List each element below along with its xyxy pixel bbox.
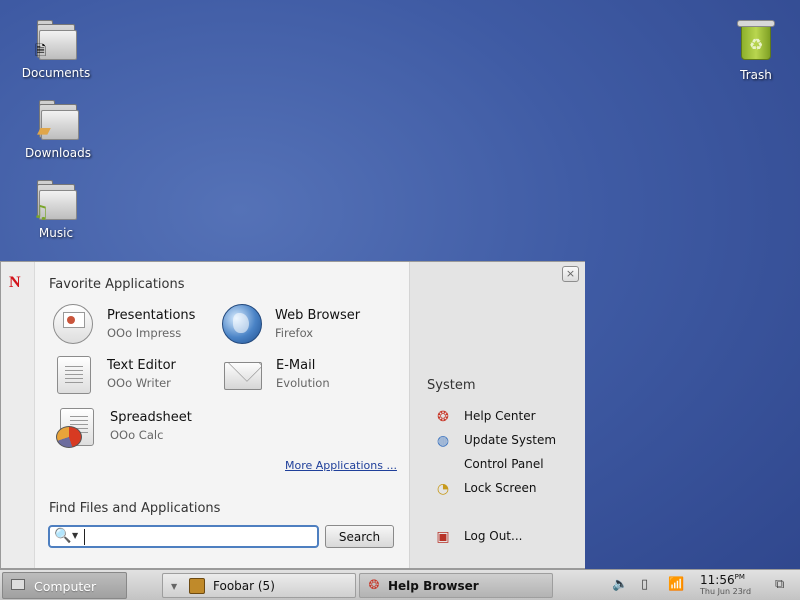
system-item-label: Help Center xyxy=(464,409,536,423)
chevron-down-icon[interactable]: ▼ xyxy=(72,531,78,540)
desktop-icon-trash[interactable]: ♻ Trash xyxy=(716,18,796,82)
app-subtitle: OOo Writer xyxy=(107,376,171,390)
desktop-icon-label: Documents xyxy=(21,66,91,80)
bottom-panel: Computer ▼ Foobar (5) ❂ Help Browser 🔈 ▯… xyxy=(0,569,800,600)
update-icon: ◍ xyxy=(436,433,450,449)
desktop-icon-downloads[interactable]: ▰ Downloads xyxy=(18,100,98,160)
clock-ampm: PM xyxy=(734,573,745,581)
system-item-label: Lock Screen xyxy=(464,481,537,495)
close-button[interactable]: × xyxy=(562,266,579,282)
app-email[interactable]: E-Mail Evolution xyxy=(220,352,380,398)
app-name: Web Browser xyxy=(275,308,361,323)
taskbar-group-foobar[interactable]: ▼ Foobar (5) xyxy=(162,573,356,598)
downloads-folder-icon: ▰ xyxy=(37,120,51,141)
more-applications-link[interactable]: More Applications ... xyxy=(285,459,397,472)
system-item-help-center[interactable]: ❂ Help Center xyxy=(434,407,574,427)
calc-icon xyxy=(54,404,98,448)
menu-brand-strip: N xyxy=(1,262,35,568)
computer-menu-label: Computer xyxy=(34,579,97,594)
envelope-icon xyxy=(220,352,264,396)
task-label: Foobar (5) xyxy=(213,579,275,593)
app-spreadsheet[interactable]: Spreadsheet OOo Calc xyxy=(54,404,224,450)
clock-time[interactable]: 11:56PM xyxy=(700,573,745,587)
menu-system-area: × System ❂ Help Center ◍ Update System C… xyxy=(409,262,585,568)
chevron-down-icon[interactable]: ▼ xyxy=(171,582,177,591)
documents-folder-icon: 🗎 xyxy=(35,43,47,59)
clock-time-value: 11:56 xyxy=(700,573,735,587)
app-subtitle: Evolution xyxy=(276,376,330,390)
app-subtitle: OOo Impress xyxy=(107,326,182,340)
system-item-update-system[interactable]: ◍ Update System xyxy=(434,431,574,451)
app-name: Spreadsheet xyxy=(110,410,192,425)
desktop-icon-music[interactable]: ♫ Music xyxy=(16,180,96,240)
clock-date: Thu Jun 23rd xyxy=(700,587,752,596)
globe-icon xyxy=(219,302,263,346)
system-item-lock-screen[interactable]: ◔ Lock Screen xyxy=(434,479,574,499)
task-label: Help Browser xyxy=(388,579,479,593)
search-field[interactable]: 🔍 ▼ xyxy=(48,525,319,548)
app-text-editor[interactable]: Text Editor OOo Writer xyxy=(51,352,221,398)
computer-menu-button[interactable]: Computer xyxy=(2,572,127,599)
lifebuoy-icon: ❂ xyxy=(368,578,380,593)
search-input[interactable] xyxy=(84,529,312,545)
main-menu: N Favorite Applications Presentations OO… xyxy=(0,261,585,569)
system-item-label: Update System xyxy=(464,433,557,447)
window-group-icon xyxy=(189,578,205,594)
lifebuoy-icon: ❂ xyxy=(437,409,449,425)
system-item-control-panel[interactable]: Control Panel xyxy=(434,455,574,475)
trash-lid xyxy=(737,20,775,27)
taskbar-help-browser[interactable]: ❂ Help Browser xyxy=(359,573,553,598)
system-title: System xyxy=(427,378,476,393)
app-name: Presentations xyxy=(107,308,196,323)
favorites-title: Favorite Applications xyxy=(49,277,185,292)
menu-main-area: Favorite Applications Presentations OOo … xyxy=(35,262,409,568)
network-signal-icon[interactable]: 📶 xyxy=(668,577,684,592)
computer-icon xyxy=(11,579,25,590)
novell-logo-icon: N xyxy=(9,274,21,291)
app-presentations[interactable]: Presentations OOo Impress xyxy=(51,302,221,348)
volume-icon[interactable]: 🔈 xyxy=(612,577,628,592)
battery-icon[interactable]: ▯ xyxy=(641,577,648,592)
app-subtitle: OOo Calc xyxy=(110,428,164,442)
impress-icon xyxy=(51,302,95,346)
desktop-icon-label: Music xyxy=(38,226,74,240)
search-button[interactable]: Search xyxy=(325,525,394,548)
system-item-label: Log Out... xyxy=(464,529,523,543)
system-item-log-out[interactable]: ▣ Log Out... xyxy=(434,527,574,547)
find-title: Find Files and Applications xyxy=(49,501,221,516)
app-name: E-Mail xyxy=(276,358,316,373)
logout-icon: ▣ xyxy=(436,529,450,545)
app-subtitle: Firefox xyxy=(275,326,314,340)
trash-icon: ♻ xyxy=(741,24,771,60)
desktop-icon-label: Downloads xyxy=(25,146,91,160)
app-name: Text Editor xyxy=(107,358,176,373)
desktop-icon-label: Trash xyxy=(740,68,772,82)
writer-icon xyxy=(51,352,95,396)
app-web-browser[interactable]: Web Browser Firefox xyxy=(219,302,379,348)
desktop-icon-documents[interactable]: 🗎 Documents xyxy=(16,20,96,80)
clock-lock-icon: ◔ xyxy=(436,481,450,497)
magnifier-icon[interactable]: 🔍 xyxy=(54,528,71,544)
music-folder-icon: ♫ xyxy=(33,202,50,223)
system-item-label: Control Panel xyxy=(464,457,544,471)
show-desktop-icon[interactable]: ⧉ xyxy=(775,577,784,592)
